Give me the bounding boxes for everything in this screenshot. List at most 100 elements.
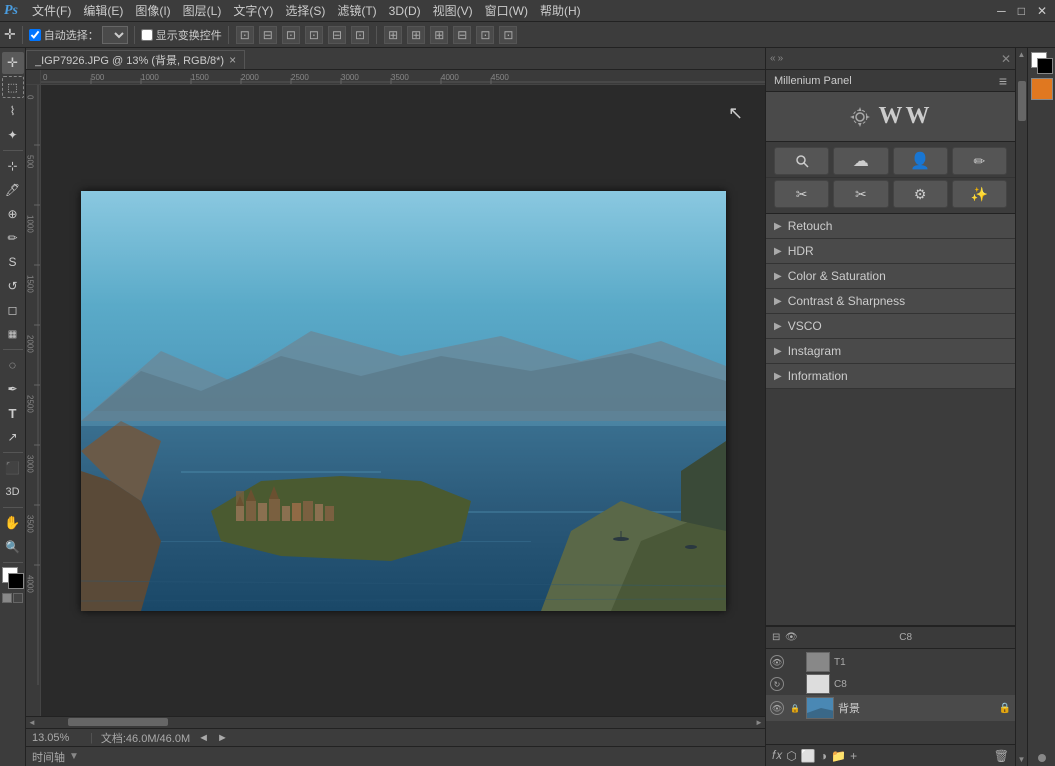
- align-left-icon[interactable]: ⊡: [236, 26, 254, 44]
- tab-close-btn[interactable]: ×: [229, 53, 236, 67]
- layer-select[interactable]: 图层: [102, 26, 128, 44]
- pen-tool-btn[interactable]: ✒: [2, 378, 24, 400]
- dodge-tool-btn[interactable]: ◌: [2, 354, 24, 376]
- layer-row-bg[interactable]: 👁 🔒 背景 🔒: [766, 695, 1015, 721]
- heal-brush-btn[interactable]: ⊕: [2, 203, 24, 225]
- gradient-btn[interactable]: ▦: [2, 323, 24, 345]
- panel-expand-left-icon[interactable]: «: [770, 53, 776, 64]
- accordion-contrast-sharpness[interactable]: ▶ Contrast & Sharpness: [766, 289, 1015, 314]
- accordion-vsco[interactable]: ▶ VSCO: [766, 314, 1015, 339]
- layer-bg-visibility[interactable]: 👁: [770, 701, 784, 715]
- hand-tool-btn[interactable]: ✋: [2, 512, 24, 534]
- layer-row-t1[interactable]: 👁 T1: [766, 651, 1015, 673]
- panel-tool-gear[interactable]: ⚙: [893, 180, 948, 208]
- panel-scroll-up[interactable]: ▲: [1018, 50, 1026, 59]
- panel-expand-right-icon[interactable]: »: [778, 53, 784, 64]
- brush-tool-btn[interactable]: ✏: [2, 227, 24, 249]
- magic-wand-btn[interactable]: ✦: [2, 124, 24, 146]
- dist-h-icon[interactable]: ⊞: [384, 26, 402, 44]
- panel-menu-icon[interactable]: ≡: [999, 73, 1007, 89]
- select-rect-btn[interactable]: ⬚: [2, 76, 24, 98]
- accordion-color-saturation[interactable]: ▶ Color & Saturation: [766, 264, 1015, 289]
- crop-tool-btn[interactable]: ⊹: [2, 155, 24, 177]
- h-scrollbar-thumb[interactable]: [68, 718, 168, 726]
- panel-tool-sparkle[interactable]: ✨: [952, 180, 1007, 208]
- align-right-icon[interactable]: ⊡: [282, 26, 300, 44]
- menu-3d[interactable]: 3D(D): [383, 4, 427, 18]
- eraser-btn[interactable]: ◻: [2, 299, 24, 321]
- scroll-right-btn[interactable]: ►: [753, 717, 765, 728]
- quick-mask-btn[interactable]: [2, 593, 12, 603]
- menu-view[interactable]: 视图(V): [427, 2, 479, 19]
- layer-c8-visibility[interactable]: ↻: [770, 677, 784, 691]
- panel-close-btn[interactable]: ✕: [1001, 52, 1011, 66]
- move-tool-btn[interactable]: ✛: [2, 52, 24, 74]
- history-brush-btn[interactable]: ↺: [2, 275, 24, 297]
- layer-fx-icon[interactable]: ⬡: [786, 749, 796, 763]
- menu-image[interactable]: 图像(I): [129, 2, 176, 19]
- align-center-h-icon[interactable]: ⊟: [259, 26, 277, 44]
- menu-layer[interactable]: 图层(L): [177, 2, 228, 19]
- path-select-btn[interactable]: ↗: [2, 426, 24, 448]
- menu-file[interactable]: 文件(F): [26, 2, 77, 19]
- panel-tool-wand[interactable]: ✏: [952, 147, 1007, 175]
- 3d-tool-btn[interactable]: 3D: [2, 481, 24, 503]
- window-maximize[interactable]: □: [1014, 4, 1029, 18]
- menu-text[interactable]: 文字(Y): [227, 2, 279, 19]
- layer-row-c8[interactable]: ↻ C8: [766, 673, 1015, 695]
- status-arrow-left[interactable]: ◄: [198, 732, 209, 744]
- show-transform-checkbox[interactable]: [141, 29, 153, 41]
- accordion-instagram[interactable]: ▶ Instagram: [766, 339, 1015, 364]
- standard-mode-btn[interactable]: [13, 593, 23, 603]
- text-tool-btn[interactable]: T: [2, 402, 24, 424]
- status-arrow-right[interactable]: ►: [217, 732, 228, 744]
- align-middle-v-icon[interactable]: ⊟: [328, 26, 346, 44]
- layer-adj-icon[interactable]: ◑: [820, 749, 827, 763]
- document-tab[interactable]: _IGP7926.JPG @ 13% (背景, RGB/8*) ×: [26, 50, 245, 69]
- menu-edit[interactable]: 编辑(E): [77, 2, 129, 19]
- window-close[interactable]: ✕: [1033, 4, 1051, 18]
- zoom-tool-btn[interactable]: 🔍: [2, 536, 24, 558]
- clone-stamp-btn[interactable]: S: [2, 251, 24, 273]
- panel-vscroll-thumb[interactable]: [1018, 81, 1026, 121]
- panel-scroll-down[interactable]: ▼: [1018, 755, 1026, 764]
- layer-options-icon[interactable]: ⊟: [772, 632, 780, 643]
- eyedropper-btn[interactable]: 🖊: [2, 179, 24, 201]
- layer-folder-icon[interactable]: 📁: [831, 749, 846, 763]
- align-bottom-icon[interactable]: ⊡: [351, 26, 369, 44]
- dist-center-icon[interactable]: ⊞: [430, 26, 448, 44]
- menu-window[interactable]: 窗口(W): [479, 2, 534, 19]
- window-minimize[interactable]: ─: [993, 4, 1010, 18]
- timeline-menu[interactable]: ▼: [69, 751, 79, 762]
- layer-mask-icon[interactable]: ⬜: [801, 749, 816, 763]
- panel-tool-clip2[interactable]: ✂: [833, 180, 888, 208]
- auto-select-checkbox[interactable]: [29, 29, 41, 41]
- lasso-tool-btn[interactable]: ⌇: [2, 100, 24, 122]
- menu-select[interactable]: 选择(S): [279, 2, 331, 19]
- panel-tool-person[interactable]: 👤: [893, 147, 948, 175]
- layer-filter-icon[interactable]: 𝑓𝑥: [772, 748, 782, 763]
- layer-t1-visibility[interactable]: 👁: [770, 655, 784, 669]
- dist-middle-icon[interactable]: ⊟: [453, 26, 471, 44]
- accordion-information[interactable]: ▶ Information: [766, 364, 1015, 389]
- panel-tool-zoom[interactable]: [774, 147, 829, 175]
- accordion-retouch[interactable]: ▶ Retouch: [766, 214, 1015, 239]
- shape-tool-btn[interactable]: ⬛: [2, 457, 24, 479]
- align-top-icon[interactable]: ⊡: [305, 26, 323, 44]
- right-panel-expand[interactable]: [1038, 754, 1046, 762]
- accordion-hdr[interactable]: ▶ HDR: [766, 239, 1015, 264]
- timeline-label: 时间轴: [32, 749, 65, 765]
- layer-add-icon[interactable]: +: [850, 749, 857, 763]
- background-color-swatch[interactable]: [8, 573, 24, 589]
- scroll-left-btn[interactable]: ◄: [26, 717, 38, 728]
- right-bg-swatch[interactable]: [1037, 58, 1053, 74]
- layer-delete-icon[interactable]: 🗑: [994, 749, 1009, 763]
- dist-v-icon[interactable]: ⊞: [407, 26, 425, 44]
- menu-filter[interactable]: 滤镜(T): [331, 2, 382, 19]
- panel-tool-cloud[interactable]: ☁: [833, 147, 888, 175]
- panel-tool-clip1[interactable]: ✂: [774, 180, 829, 208]
- right-accent-swatch[interactable]: [1031, 78, 1053, 100]
- dist-bottom-icon[interactable]: ⊡: [499, 26, 517, 44]
- dist-right-icon[interactable]: ⊡: [476, 26, 494, 44]
- menu-help[interactable]: 帮助(H): [534, 2, 587, 19]
